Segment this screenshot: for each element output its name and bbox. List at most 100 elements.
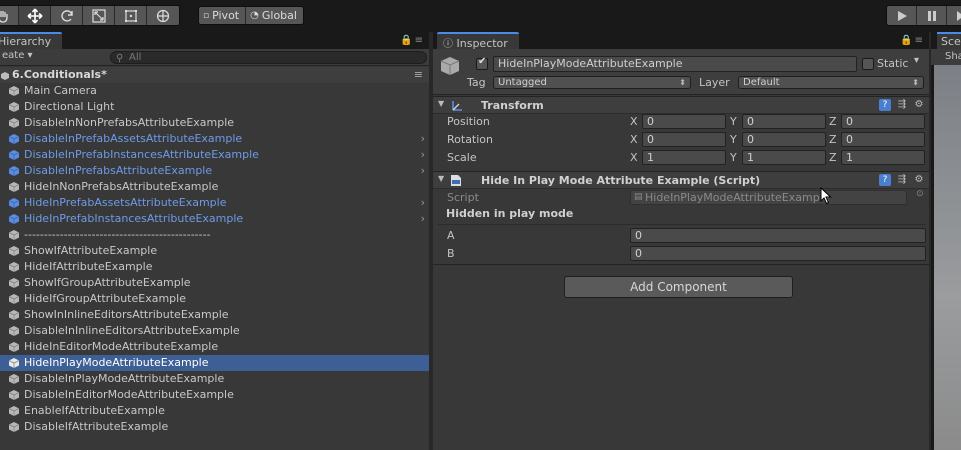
- hierarchy-item[interactable]: HideInEditorModeAttributeExample: [0, 339, 429, 355]
- tab-scene[interactable]: Sce: [937, 32, 961, 49]
- hierarchy-item[interactable]: DisableInNonPrefabsAttributeExample: [0, 115, 429, 131]
- rect-tool-button[interactable]: [115, 6, 147, 25]
- hierarchy-item[interactable]: DisableIfAttributeExample: [0, 419, 429, 435]
- scene-root-row[interactable]: 6.Conditionals* ≡: [0, 67, 429, 83]
- preset-icon[interactable]: ⇶: [896, 99, 908, 111]
- pivot-label: Pivot: [212, 9, 240, 22]
- rotation-z-field[interactable]: 0: [841, 132, 925, 147]
- hand-tool-button[interactable]: [0, 6, 19, 25]
- position-y-field[interactable]: 0: [742, 114, 826, 129]
- static-checkbox[interactable]: [862, 58, 874, 70]
- search-icon: ⚲: [116, 53, 124, 64]
- scene-viewport[interactable]: [934, 65, 961, 450]
- hierarchy-item[interactable]: HideInPlayModeAttributeExample: [0, 355, 429, 371]
- transform-tool-button[interactable]: [147, 6, 179, 25]
- hierarchy-item[interactable]: ShowIfAttributeExample: [0, 243, 429, 259]
- position-x-field[interactable]: 0: [642, 114, 726, 129]
- hierarchy-item[interactable]: DisableInPrefabsAttributeExample ›: [0, 163, 429, 179]
- hierarchy-item[interactable]: HideIfGroupAttributeExample: [0, 291, 429, 307]
- field-a-label: A: [447, 229, 455, 242]
- hierarchy-item[interactable]: HideInNonPrefabsAttributeExample: [0, 179, 429, 195]
- prefab-open-arrow-icon[interactable]: ›: [421, 195, 425, 211]
- prefab-open-arrow-icon[interactable]: ›: [421, 163, 425, 179]
- layer-label: Layer: [699, 76, 730, 89]
- rotation-label: Rotation: [447, 133, 494, 146]
- help-icon[interactable]: ?: [879, 99, 891, 111]
- hierarchy-item-label: DisableInPrefabsAttributeExample: [24, 164, 213, 177]
- prefab-open-arrow-icon[interactable]: ›: [421, 131, 425, 147]
- scene-menu-icon[interactable]: ≡: [414, 67, 423, 83]
- hierarchy-item[interactable]: EnableIfAttributeExample: [0, 403, 429, 419]
- pivot-toggle-group: ▫ Pivot ◔ Global: [198, 6, 304, 25]
- hierarchy-item[interactable]: Directional Light: [0, 99, 429, 115]
- panel-menu-icon[interactable]: 🔒≡: [400, 35, 425, 46]
- globe-icon: ◔: [250, 10, 259, 21]
- preset-icon[interactable]: ⇶: [896, 174, 908, 186]
- field-b-input[interactable]: 0: [630, 246, 926, 261]
- global-label: Global: [261, 9, 297, 22]
- hierarchy-item[interactable]: DisableInPrefabAssetsAttributeExample ›: [0, 131, 429, 147]
- rotation-y-field[interactable]: 0: [742, 132, 826, 147]
- object-picker-icon[interactable]: ⊙: [916, 189, 924, 199]
- axis-label: Y: [730, 151, 737, 164]
- position-z-field[interactable]: 0: [841, 114, 925, 129]
- tag-dropdown[interactable]: Untagged ⬍: [493, 76, 691, 89]
- hierarchy-item-label: HideInPrefabAssetsAttributeExample: [24, 196, 227, 209]
- hierarchy-item[interactable]: HideInPrefabInstancesAttributeExample ›: [0, 211, 429, 227]
- pivot-icon: ▫: [203, 10, 210, 21]
- pause-icon: [927, 10, 936, 21]
- hierarchy-item-label: ShowInInlineEditorsAttributeExample: [24, 308, 229, 321]
- layer-dropdown[interactable]: Default ⬍: [738, 76, 924, 89]
- hierarchy-item[interactable]: ShowIfGroupAttributeExample: [0, 275, 429, 291]
- mouse-cursor-icon: [820, 186, 832, 208]
- transform-header[interactable]: ▼ Transform ? ⇶ ⚙: [433, 96, 929, 114]
- gear-icon[interactable]: ⚙: [913, 99, 925, 111]
- add-component-button[interactable]: Add Component: [564, 276, 793, 298]
- field-b-label: B: [447, 247, 455, 260]
- script-component-header[interactable]: ▼ Hide In Play Mode Attribute Example (S…: [433, 171, 929, 189]
- step-button[interactable]: [947, 6, 961, 25]
- hierarchy-item[interactable]: DisableInEditorModeAttributeExample: [0, 387, 429, 403]
- hierarchy-item[interactable]: DisableInPlayModeAttributeExample: [0, 371, 429, 387]
- prefab-open-arrow-icon[interactable]: ›: [421, 211, 425, 227]
- global-button[interactable]: ◔ Global: [246, 7, 303, 24]
- foldout-arrow-icon[interactable]: ▼: [438, 174, 444, 183]
- move-tool-button[interactable]: [19, 6, 51, 25]
- rotation-x-field[interactable]: 0: [642, 132, 726, 147]
- hierarchy-item[interactable]: ----------------------------------------…: [0, 227, 429, 243]
- scale-z-field[interactable]: 1: [841, 150, 925, 165]
- pivot-button[interactable]: ▫ Pivot: [199, 7, 247, 24]
- tab-inspector[interactable]: ⓘ Inspector: [437, 32, 519, 50]
- rotate-tool-button[interactable]: [51, 6, 83, 25]
- gear-icon[interactable]: ⚙: [913, 174, 925, 186]
- hierarchy-item[interactable]: ShowInInlineEditorsAttributeExample: [0, 307, 429, 323]
- script-component-title: Hide In Play Mode Attribute Example (Scr…: [481, 174, 761, 187]
- hierarchy-item[interactable]: Main Camera: [0, 83, 429, 99]
- hierarchy-item[interactable]: DisableInPrefabInstancesAttributeExample…: [0, 147, 429, 163]
- hierarchy-item[interactable]: HideIfAttributeExample: [0, 259, 429, 275]
- active-checkbox[interactable]: [476, 56, 488, 70]
- main-toolbar: ▫ Pivot ◔ Global: [0, 0, 961, 32]
- inspector-menu-icon[interactable]: 🔒≡: [900, 35, 925, 46]
- gameobject-cube-icon: [439, 55, 461, 80]
- shading-mode-label[interactable]: Sha: [945, 51, 961, 62]
- play-button[interactable]: [887, 6, 917, 25]
- hierarchy-item[interactable]: HideInPrefabAssetsAttributeExample ›: [0, 195, 429, 211]
- prefab-open-arrow-icon[interactable]: ›: [421, 147, 425, 163]
- help-icon[interactable]: ?: [879, 174, 891, 186]
- hierarchy-item[interactable]: DisableInInlineEditorsAttributeExample: [0, 323, 429, 339]
- scale-x-field[interactable]: 1: [642, 150, 726, 165]
- tab-hierarchy[interactable]: Hierarchy: [0, 32, 62, 49]
- scale-y-field[interactable]: 1: [742, 150, 826, 165]
- static-dropdown-icon[interactable]: ▾: [914, 55, 919, 66]
- foldout-arrow-icon[interactable]: ▼: [438, 99, 444, 108]
- hierarchy-item-label: ShowIfGroupAttributeExample: [24, 276, 191, 289]
- field-a-input[interactable]: 0: [630, 228, 926, 243]
- pause-button[interactable]: [917, 6, 947, 25]
- object-name-field[interactable]: HideInPlayModeAttributeExample: [493, 56, 857, 72]
- hierarchy-item-label: EnableIfAttributeExample: [24, 404, 165, 417]
- scale-tool-button[interactable]: [83, 6, 115, 25]
- hierarchy-search-input[interactable]: ⚲ All: [110, 51, 427, 64]
- create-button[interactable]: eate ▾: [0, 50, 46, 65]
- hierarchy-item-label: Main Camera: [24, 84, 97, 97]
